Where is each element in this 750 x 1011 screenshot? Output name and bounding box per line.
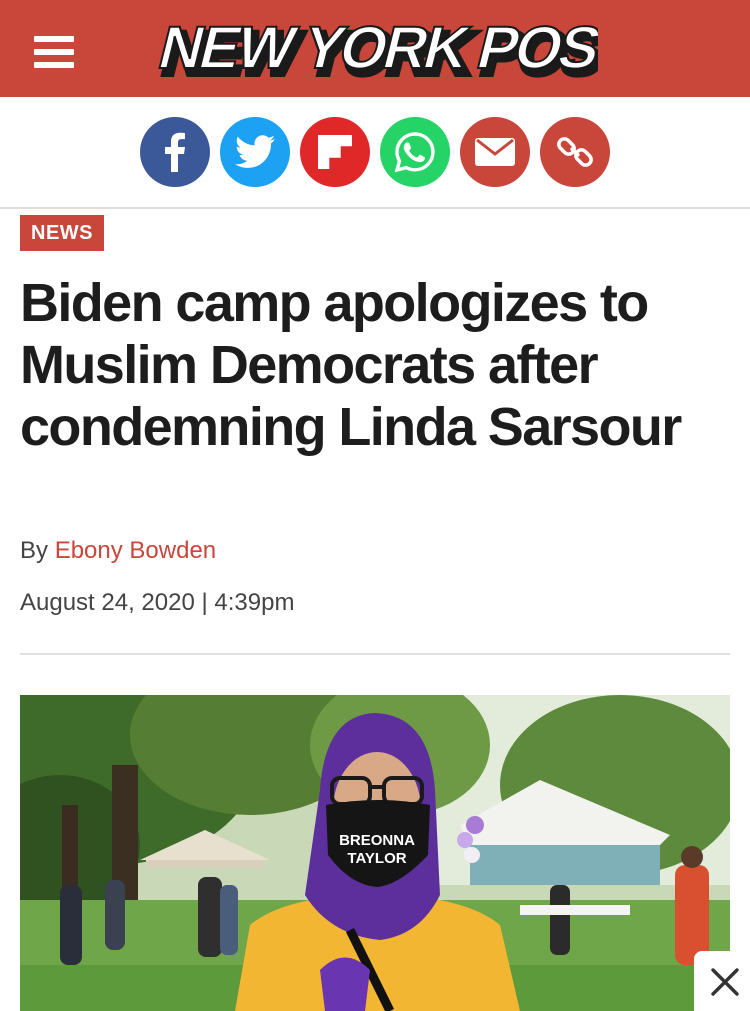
new-york-post-logo[interactable]: NEW YORK POST NEW YORK POST: [158, 10, 598, 88]
menu-line: [34, 49, 74, 55]
article-headline: Biden camp apologizes to Muslim Democrat…: [20, 273, 682, 457]
email-icon: [475, 138, 515, 166]
twitter-icon: [235, 135, 275, 168]
share-bar: [0, 97, 750, 209]
flipboard-icon: [318, 135, 352, 169]
whatsapp-share-button[interactable]: [380, 117, 450, 187]
facebook-icon: [165, 132, 185, 172]
close-icon: [711, 968, 739, 996]
hamburger-menu-icon[interactable]: [34, 36, 74, 68]
author-link[interactable]: Ebony Bowden: [55, 537, 216, 564]
byline-prefix: By: [20, 537, 49, 564]
publish-date: August 24, 2020 | 4:39pm: [20, 589, 295, 616]
header-bar: NEW YORK POST NEW YORK POST: [0, 0, 750, 97]
menu-line: [34, 62, 74, 68]
close-ad-button[interactable]: [694, 951, 750, 1011]
flipboard-share-button[interactable]: [300, 117, 370, 187]
whatsapp-icon: [394, 132, 435, 173]
divider: [20, 653, 730, 655]
twitter-share-button[interactable]: [220, 117, 290, 187]
mask-text-line2: TAYLOR: [347, 850, 406, 867]
article-photo[interactable]: BREONNA TAYLOR: [20, 695, 730, 1011]
email-share-button[interactable]: [460, 117, 530, 187]
byline: By Ebony Bowden: [20, 536, 216, 566]
logo-text: NEW YORK POST: [158, 14, 598, 81]
category-tag[interactable]: NEWS: [20, 215, 104, 251]
link-icon: [557, 137, 593, 167]
menu-line: [34, 36, 74, 42]
mask-text-line1: BREONNA: [339, 832, 415, 849]
facebook-share-button[interactable]: [140, 117, 210, 187]
copy-link-share-button[interactable]: [540, 117, 610, 187]
